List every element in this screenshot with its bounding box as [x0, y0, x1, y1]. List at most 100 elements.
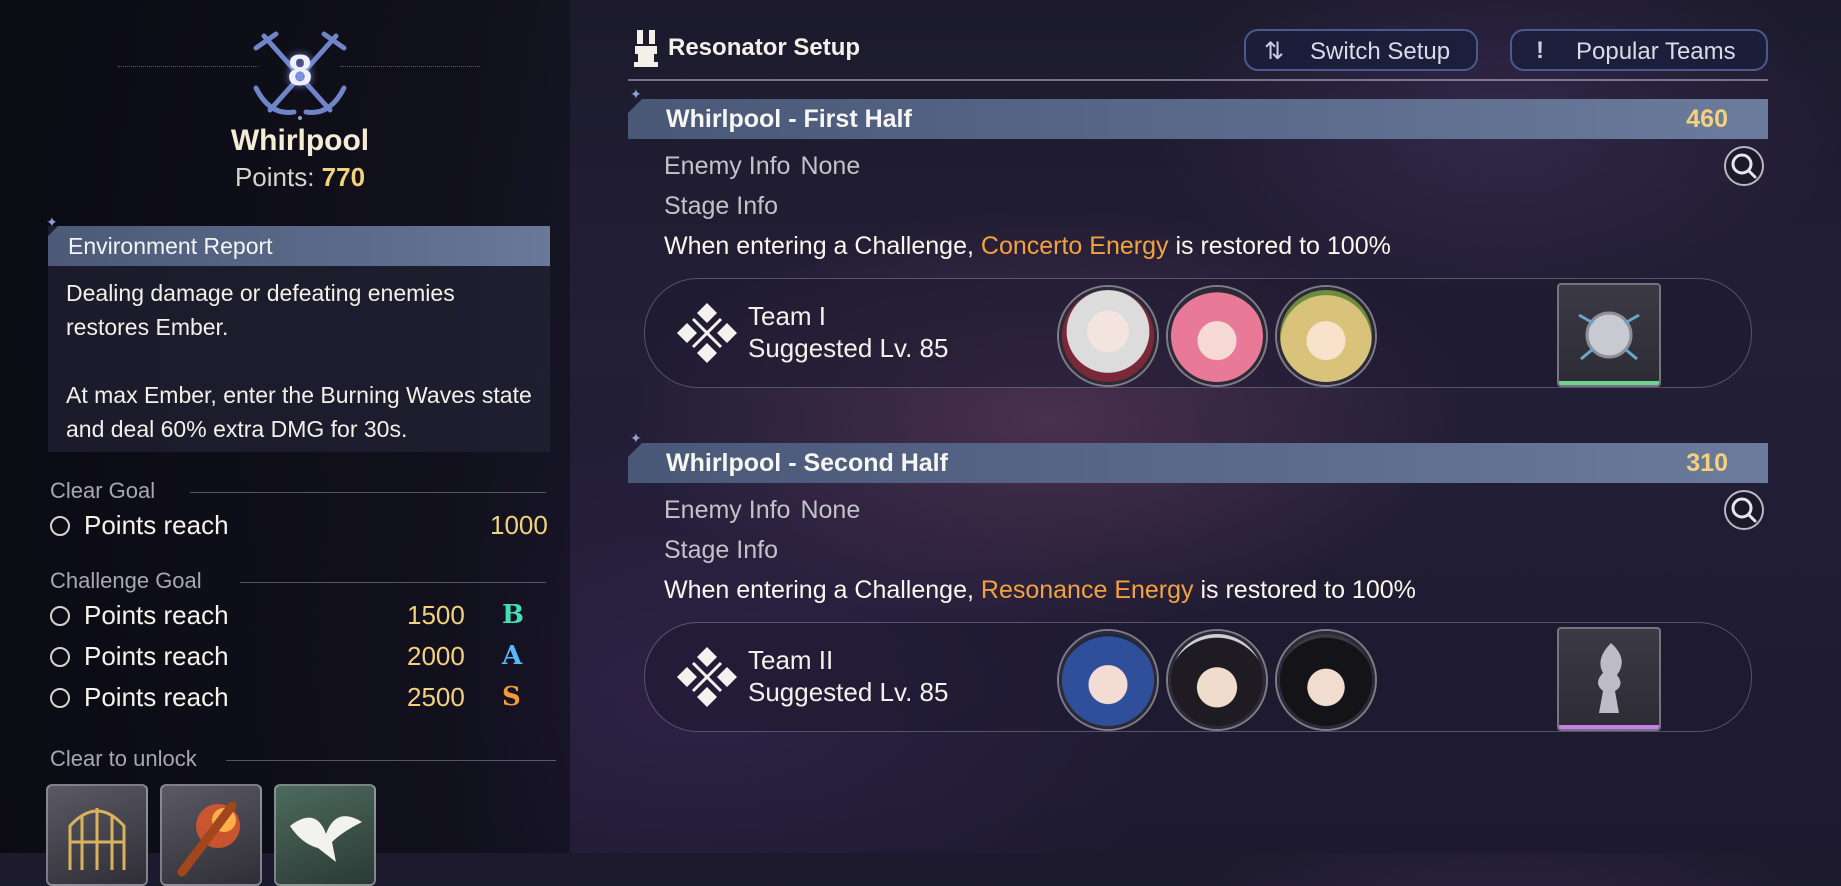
chess-rook-icon [634, 30, 658, 67]
points-value: 770 [321, 162, 366, 192]
environment-text-2: At max Ember, enter the Burning Waves st… [66, 382, 532, 442]
points-label: Points: [234, 162, 315, 192]
goal-label: Points reach [84, 682, 229, 712]
stage-desc-pre: When entering a Challenge, [664, 576, 974, 604]
goal-status-circle-icon [50, 647, 70, 667]
divider [226, 760, 556, 761]
unlock-item[interactable] [46, 784, 148, 886]
goal-value: 2500 [407, 682, 465, 712]
stage-name: Whirlpool [230, 124, 370, 157]
enemy-info-value: None [800, 496, 861, 524]
goal-value: 1500 [407, 600, 465, 630]
enemy-info-label: Enemy Info [664, 496, 791, 524]
echo-sigil-icon [1578, 311, 1640, 361]
team-level: Suggested Lv. 85 [748, 333, 949, 363]
echo-rarity-bar [1559, 381, 1659, 385]
clear-goal-title: Clear Goal [50, 478, 156, 503]
stage-desc-highlight: Resonance Energy [980, 576, 1194, 604]
goal-value: 2000 [407, 641, 465, 671]
stage-desc-pre: When entering a Challenge, [664, 232, 974, 260]
left-panel: 8 Whirlpool Points: 770 ✦ Environment Re… [0, 0, 570, 886]
half-title: Whirlpool - First Half [666, 105, 912, 133]
team-name: Team II [748, 645, 834, 675]
stage-info-label: Stage Info [664, 536, 778, 564]
second-half-header: Whirlpool - Second Half 310 [628, 443, 1768, 483]
goal-label: Points reach [84, 600, 229, 630]
stage-emblem: 8 [250, 30, 350, 122]
enemy-info-button[interactable] [1724, 146, 1764, 186]
exclamation-icon: ! [1536, 37, 1544, 64]
stage-info-description: When entering a Challenge, Resonance Ene… [664, 576, 1416, 605]
enemy-info-label: Enemy Info [664, 152, 791, 180]
enemy-info-value: None [800, 152, 861, 180]
unlock-item[interactable] [274, 784, 376, 886]
header-divider [628, 79, 1768, 81]
echo-slot[interactable] [1557, 283, 1661, 387]
stage-desc-post: is restored to 100% [1175, 232, 1391, 260]
environment-report-text: Dealing damage or defeating enemies rest… [66, 276, 536, 446]
team-card-1[interactable]: Team I Suggested Lv. 85 [644, 278, 1752, 388]
resonator-avatar-1[interactable] [1059, 287, 1157, 385]
divider [240, 582, 546, 583]
resonator-avatar-2[interactable] [1168, 287, 1266, 385]
magnifier-icon [1731, 497, 1757, 523]
resonator-setup-title: Resonator Setup [668, 34, 861, 61]
goal-status-circle-icon [50, 606, 70, 626]
half-points: 310 [1686, 449, 1728, 477]
challenge-goal-row: Points reach 1500 B [50, 600, 550, 634]
emblem-ornament-right [340, 66, 480, 75]
challenge-goal-row: Points reach 2500 S [50, 682, 550, 716]
goal-status-circle-icon [50, 688, 70, 708]
divider [190, 492, 546, 493]
switch-setup-label: Switch Setup [1310, 38, 1451, 65]
challenge-goal-title: Challenge Goal [50, 568, 202, 593]
unlock-item[interactable] [160, 784, 262, 886]
sparkle-icon: ✦ [630, 86, 642, 102]
environment-report-title: Environment Report [68, 233, 273, 259]
first-half-header: Whirlpool - First Half 460 [628, 99, 1768, 139]
switch-setup-button[interactable]: ⇅ Switch Setup [1244, 29, 1478, 71]
team-name: Team I [748, 301, 827, 331]
popular-teams-button[interactable]: ! Popular Teams [1510, 29, 1768, 71]
white-dove-icon [290, 816, 362, 862]
team-card-2[interactable]: Team II Suggested Lv. 85 [644, 622, 1752, 732]
rank-a-icon: A [502, 641, 523, 671]
rank-s-icon: S [502, 682, 521, 712]
magnifier-icon [1731, 153, 1757, 179]
stage-info-label: Stage Info [664, 192, 778, 220]
stage-number: 8 [287, 46, 313, 95]
environment-report-header: Environment Report [48, 226, 550, 266]
stage-desc-highlight: Concerto Energy [980, 232, 1169, 260]
goal-label: Points reach [84, 510, 229, 540]
environment-text-1: Dealing damage or defeating enemies rest… [66, 280, 455, 340]
goal-value: 1000 [490, 510, 548, 540]
enemy-info: Enemy Info None [664, 152, 860, 181]
birdcage-icon [68, 808, 126, 870]
environment-report: Environment Report Dealing damage or def… [48, 226, 550, 452]
goal-label: Points reach [84, 641, 229, 671]
resonator-avatar-3[interactable] [1277, 631, 1375, 729]
echo-statue-icon [1598, 643, 1622, 713]
echo-slot[interactable] [1557, 627, 1661, 731]
clear-goal-row: Points reach 1000 [50, 510, 550, 544]
switch-arrows-icon: ⇅ [1264, 38, 1285, 65]
half-title: Whirlpool - Second Half [666, 449, 948, 477]
stage-info-description: When entering a Challenge, Concerto Ener… [664, 232, 1391, 261]
rank-b-icon: B [502, 600, 524, 630]
echo-rarity-bar [1559, 725, 1659, 729]
goal-status-circle-icon [50, 516, 70, 536]
team-emblem-icon [677, 303, 737, 363]
half-points: 460 [1686, 105, 1728, 133]
challenge-goal-row: Points reach 2000 A [50, 641, 550, 675]
stage-desc-post: is restored to 100% [1200, 576, 1416, 604]
resonator-avatar-2[interactable] [1168, 631, 1266, 729]
unlock-title: Clear to unlock [50, 746, 197, 771]
sparkle-icon: ✦ [630, 430, 642, 446]
enemy-info-button[interactable] [1724, 490, 1764, 530]
team-emblem-icon [677, 647, 737, 707]
team-level: Suggested Lv. 85 [748, 677, 949, 707]
resonator-avatar-3[interactable] [1277, 287, 1375, 385]
resonator-avatar-1[interactable] [1059, 631, 1157, 729]
fire-staff-icon [177, 801, 240, 877]
popular-teams-label: Popular Teams [1576, 38, 1736, 65]
